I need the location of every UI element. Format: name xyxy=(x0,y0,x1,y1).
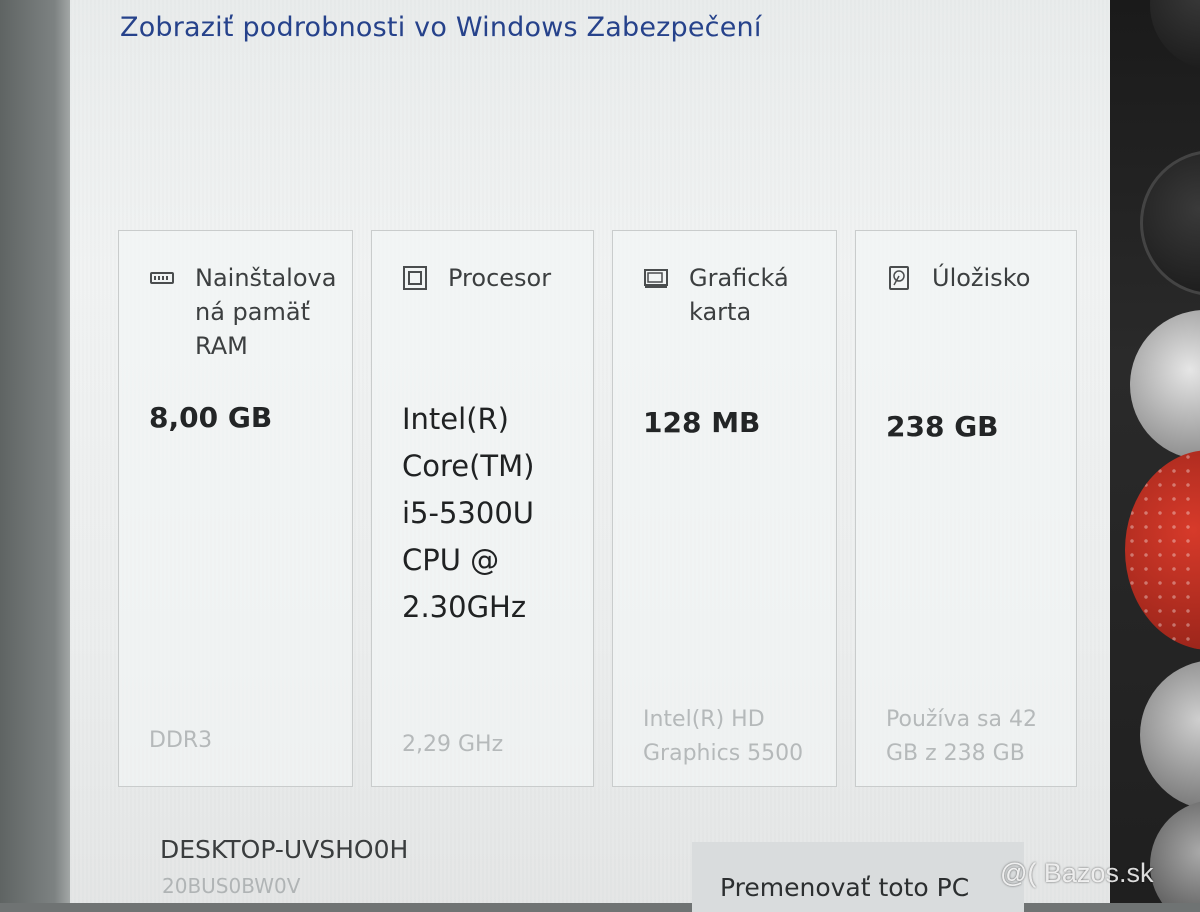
watermark: @( Bazos.sk xyxy=(1000,858,1154,888)
right-background xyxy=(1110,0,1200,903)
processor-value-line: 2.30GHz xyxy=(402,590,527,624)
graphics-detail: Intel(R) HD Graphics 5500 xyxy=(643,703,803,771)
ram-title-line: ná pamäť xyxy=(195,298,310,326)
storage-detail-line: Používa sa 42 xyxy=(886,707,1037,732)
storage-card: Úložisko 238 GB Používa sa 42 GB z 238 G… xyxy=(855,230,1077,787)
background-object xyxy=(1150,0,1200,70)
graphics-detail-line: Graphics 5500 xyxy=(643,741,804,766)
memory-icon xyxy=(150,272,174,284)
storage-card-header: Úložisko xyxy=(886,261,1030,295)
processor-value-line: i5-5300U xyxy=(402,496,535,530)
device-name: DESKTOP-UVSHO0H xyxy=(160,835,409,864)
graphics-title-line: karta xyxy=(689,298,752,326)
processor-card: Procesor Intel(R) Core(TM) i5-5300U CPU … xyxy=(371,230,594,787)
processor-icon xyxy=(403,266,427,290)
ram-card: Nainštalova ná pamäť RAM 8,00 GB DDR3 xyxy=(118,230,353,787)
processor-value-line: Intel(R) xyxy=(402,402,509,436)
ram-value: 8,00 GB xyxy=(149,401,273,434)
background-object xyxy=(1140,150,1200,296)
graphics-title-line: Grafická xyxy=(689,264,789,292)
ram-detail: DDR3 xyxy=(149,728,213,753)
graphics-detail-line: Intel(R) HD xyxy=(643,707,765,732)
processor-card-title: Procesor xyxy=(448,264,552,292)
ram-title-line: Nainštalova xyxy=(195,264,337,292)
windows-security-details-link[interactable]: Zobraziť podrobnosti vo Windows Zabezpeč… xyxy=(120,12,762,43)
storage-icon xyxy=(889,266,909,290)
processor-card-header: Procesor xyxy=(402,261,551,295)
rename-pc-button[interactable]: Premenovať toto PC xyxy=(692,842,1024,912)
background-object xyxy=(1140,660,1200,810)
background-object xyxy=(1150,800,1200,903)
ram-card-title: Nainštalova ná pamäť RAM xyxy=(195,261,336,363)
background-object xyxy=(1130,310,1200,460)
display-adapter-icon xyxy=(644,269,668,288)
processor-value-line: CPU @ xyxy=(402,543,500,577)
ram-title-line: RAM xyxy=(195,332,248,360)
processor-value-line: Core(TM) xyxy=(402,449,535,483)
ram-card-header: Nainštalova ná pamäť RAM xyxy=(149,261,336,363)
storage-card-title: Úložisko xyxy=(932,264,1031,292)
processor-value: Intel(R) Core(TM) i5-5300U CPU @ 2.30GHz xyxy=(402,396,534,631)
graphics-card-title: Grafická karta xyxy=(689,261,789,329)
background-object xyxy=(1125,450,1200,650)
processor-detail: 2,29 GHz xyxy=(402,732,504,757)
device-model: 20BUS0BW0V xyxy=(162,874,301,898)
storage-detail: Používa sa 42 GB z 238 GB xyxy=(886,703,1037,771)
graphics-value: 128 MB xyxy=(643,406,761,439)
graphics-card: Grafická karta 128 MB Intel(R) HD Graphi… xyxy=(612,230,837,787)
left-background xyxy=(0,0,78,903)
storage-value: 238 GB xyxy=(886,410,999,443)
storage-detail-line: GB z 238 GB xyxy=(886,741,1025,766)
graphics-card-header: Grafická karta xyxy=(643,261,789,329)
